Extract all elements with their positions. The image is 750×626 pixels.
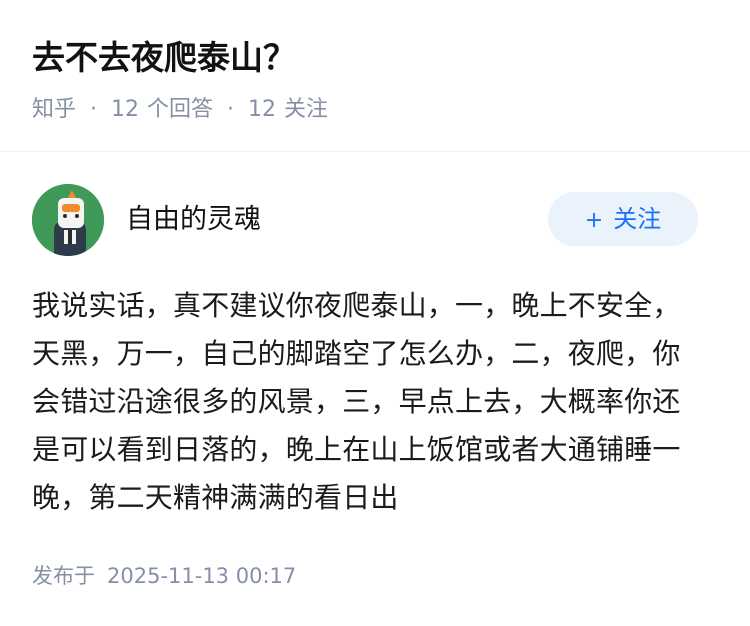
author-name[interactable]: 自由的灵魂 — [126, 200, 261, 240]
answer-author: 自由的灵魂 + 关注 — [32, 184, 718, 256]
question-meta: 知乎 · 12 个回答 · 12 关注 — [32, 92, 328, 128]
answer-timestamp: 发布于 2025-11-13 00:17 — [32, 558, 296, 594]
question-header: 去不去夜爬泰山？ 知乎 · 12 个回答 · 12 关注 — [0, 0, 750, 152]
meta-separator: · — [90, 97, 98, 122]
published-label: 发布于 — [32, 564, 95, 588]
answer-count: 12 — [111, 97, 140, 122]
cartoon-avatar-icon — [32, 184, 104, 256]
question-title[interactable]: 去不去夜爬泰山？ — [32, 34, 296, 82]
follower-count: 12 — [248, 97, 277, 122]
plus-icon: + — [584, 208, 604, 233]
author-avatar[interactable] — [32, 184, 104, 256]
follow-button[interactable]: + 关注 — [548, 192, 698, 246]
answer-content: 我说实话，真不建议你夜爬泰山，一，晚上不安全，天黑，万一，自己的脚踏空了怎么办，… — [32, 289, 681, 514]
meta-separator: · — [227, 97, 235, 122]
source-label[interactable]: 知乎 — [32, 97, 76, 122]
published-time: 2025-11-13 00:17 — [107, 564, 297, 588]
answer-count-label: 个回答 — [147, 97, 214, 122]
zhihu-answer-page: 去不去夜爬泰山？ 知乎 · 12 个回答 · 12 关注 自由的灵魂 + 关注 我说实话，真不… — [0, 0, 750, 626]
follower-count-label: 关注 — [284, 97, 329, 122]
follow-button-label: 关注 — [613, 205, 662, 233]
